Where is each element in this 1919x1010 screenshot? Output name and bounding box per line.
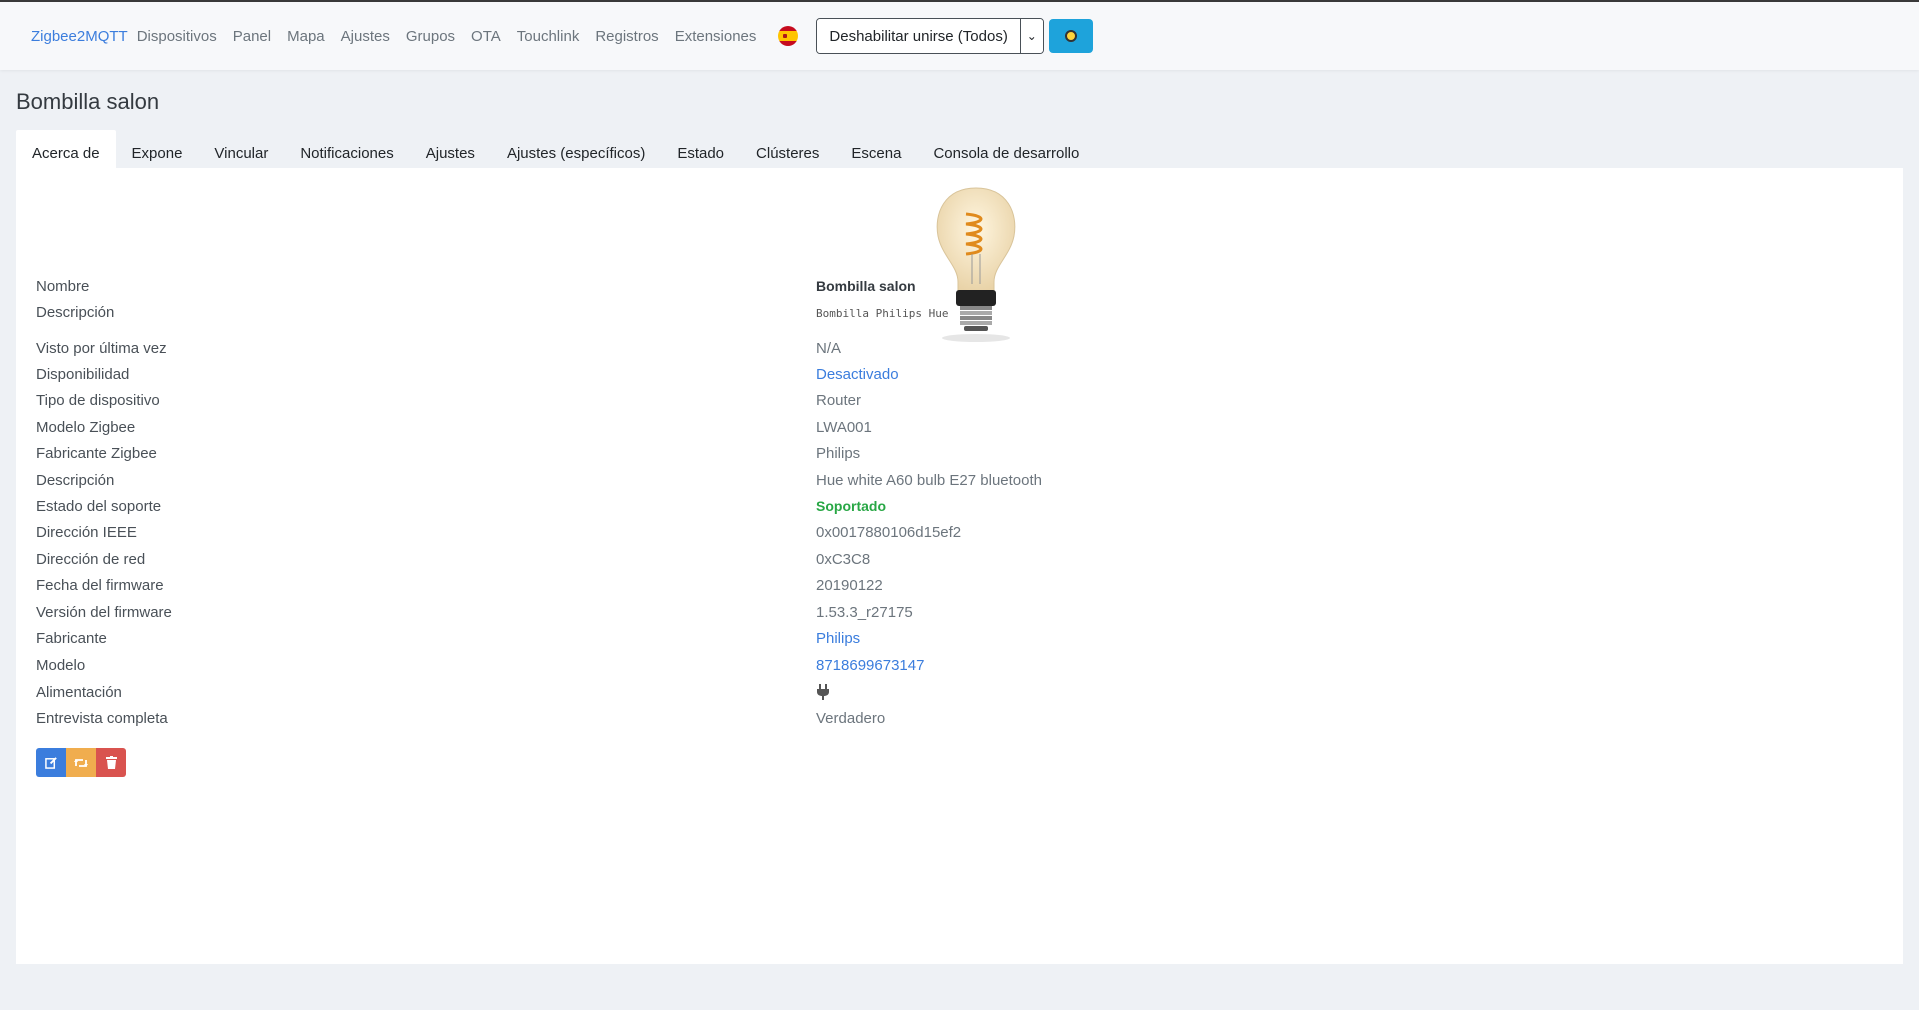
nav-link-groups[interactable]: Grupos [406,28,455,45]
detail-label: Nombre [36,278,90,295]
nav-link-dashboard[interactable]: Panel [233,28,271,45]
detail-label: Disponibilidad [36,366,130,383]
zigbee-model-value: LWA001 [816,419,872,436]
detail-label: Dirección de red [36,551,146,568]
detail-row: Fecha del firmware 20190122 [36,577,1876,603]
device-name-value: Bombilla salon [816,278,916,294]
permit-join-group: Deshabilitar unirse (Todos) ⌄ [816,18,1044,54]
nav-link-ota[interactable]: OTA [471,28,501,45]
detail-label: Alimentación [36,684,122,701]
network-address-value: 0xC3C8 [816,551,871,568]
detail-label: Entrevista completa [36,710,168,727]
spain-flag-icon[interactable] [778,26,799,46]
detail-label: Descripción [36,472,115,489]
retweet-icon [74,758,88,767]
detail-row: Dirección de red 0xC3C8 [36,551,1876,577]
detail-row: Modelo 8718699673147 [36,657,1876,683]
nav-link-map[interactable]: Mapa [287,28,325,45]
detail-row: Disponibilidad Desactivado [36,366,1876,392]
edit-icon [44,757,57,769]
detail-row: Nombre Bombilla salon [36,278,1876,304]
page-title: Bombilla salon [16,89,160,114]
detail-row: Modelo Zigbee LWA001 [36,419,1876,445]
firmware-version-value: 1.53.3_r27175 [816,604,913,621]
detail-row: Descripción Hue white A60 bulb E27 bluet… [36,472,1876,498]
interview-completed-value: Verdadero [816,710,886,727]
plug-icon [816,684,830,704]
nav-link-devices[interactable]: Dispositivos [137,28,217,45]
detail-label: Versión del firmware [36,604,172,621]
nav-link-logs[interactable]: Registros [595,28,658,45]
detail-label: Visto por última vez [36,340,167,357]
detail-label: Descripción [36,304,115,321]
reconfigure-button[interactable] [66,748,96,777]
sun-icon [1064,30,1077,42]
last-seen-value: N/A [816,340,842,357]
device-description-value: Bombilla Philips Hue [816,307,949,320]
detail-row: Dirección IEEE 0x0017880106d15ef2 [36,524,1876,550]
top-navbar: Zigbee2MQTT Dispositivos Panel Mapa Ajus… [0,2,1919,70]
firmware-date-value: 20190122 [816,577,883,594]
detail-label: Tipo de dispositivo [36,392,160,409]
detail-row: Versión del firmware 1.53.3_r27175 [36,604,1876,630]
detail-row: Entrevista completa Verdadero [36,710,1876,736]
detail-label: Fabricante Zigbee [36,445,157,462]
availability-link[interactable]: Desactivado [816,366,899,383]
theme-toggle-button[interactable] [1048,19,1093,53]
manufacturer-link[interactable]: Philips [816,630,860,647]
nav-link-extensions[interactable]: Extensiones [675,28,757,45]
support-status-value: Soportado [816,498,886,514]
detail-row: Fabricante Philips [36,630,1876,656]
nav-link-settings[interactable]: Ajustes [341,28,390,45]
model-link[interactable]: 8718699673147 [816,657,924,674]
detail-row: Visto por última vez N/A [36,340,1876,366]
detail-label: Fabricante [36,630,107,647]
chevron-down-icon[interactable]: ⌄ [1020,19,1043,53]
detail-label: Fecha del firmware [36,577,164,594]
detail-row: Tipo de dispositivo Router [36,392,1876,418]
zigbee-manufacturer-value: Philips [816,445,861,462]
detail-label: Estado del soporte [36,498,162,515]
device-type-value: Router [816,392,862,409]
detail-label: Modelo [36,657,86,674]
detail-row: Descripción Bombilla Philips Hue [36,304,1876,330]
detail-label: Modelo Zigbee [36,419,136,436]
detail-label: Dirección IEEE [36,524,137,541]
detail-row: Alimentación [36,684,1876,710]
delete-button[interactable] [96,748,126,777]
device-actions [36,748,126,777]
nav-link-touchlink[interactable]: Touchlink [517,28,580,45]
model-description-value: Hue white A60 bulb E27 bluetooth [816,472,1043,489]
detail-row: Fabricante Zigbee Philips [36,445,1876,471]
trash-icon [105,756,117,769]
detail-row: Estado del soporte Soportado [36,498,1876,524]
ieee-address-value: 0x0017880106d15ef2 [816,524,962,541]
permit-join-button[interactable]: Deshabilitar unirse (Todos) [817,19,1021,53]
rename-button[interactable] [36,748,66,777]
device-info-card: Nombre Bombilla salon Descripción Bombil… [16,168,1903,964]
brand-link[interactable]: Zigbee2MQTT [31,28,128,45]
